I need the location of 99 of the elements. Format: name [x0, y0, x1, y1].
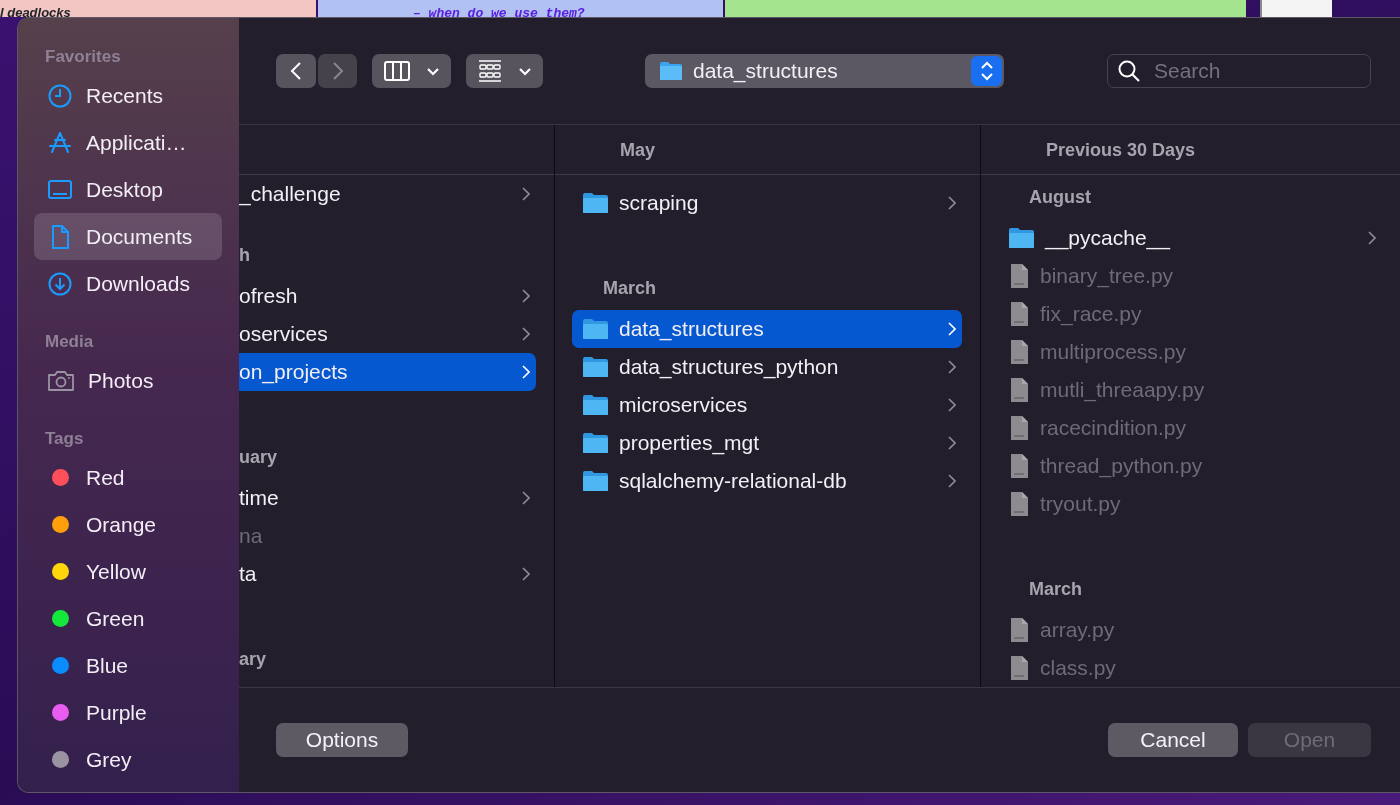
- folder-row[interactable]: __pycache__: [998, 219, 1382, 257]
- file-icon: [1008, 655, 1030, 681]
- dialog-button[interactable]: Cancel: [1108, 723, 1238, 757]
- note-text: l deadlocks: [0, 5, 71, 17]
- folder-row[interactable]: sqlalchemy-relational-db: [572, 462, 962, 500]
- sidebar-item[interactable]: Yellow: [34, 548, 222, 595]
- folder-icon: [582, 394, 609, 416]
- group-label: March: [1028, 578, 1083, 601]
- folder-row[interactable]: microservices: [572, 386, 962, 424]
- folder-icon: [1008, 227, 1035, 249]
- file-row: class.py: [998, 649, 1382, 687]
- dialog-button[interactable]: Options: [276, 723, 408, 757]
- file-row: thread_python.py: [998, 447, 1382, 485]
- download-icon: [47, 270, 73, 297]
- chevron-icon: [522, 187, 530, 201]
- folder-icon: [582, 192, 609, 214]
- sidebar-item[interactable]: Downloads: [34, 260, 222, 307]
- folder-row[interactable]: ta: [239, 555, 536, 593]
- file-row: binary_tree.py: [998, 257, 1382, 295]
- search-icon: [1117, 59, 1141, 83]
- window-thumbnail: [1260, 0, 1332, 17]
- sidebar-item[interactable]: Blue: [34, 642, 222, 689]
- group-label: August: [1028, 186, 1092, 209]
- folder-row[interactable]: properties_mgt: [572, 424, 962, 462]
- file-icon: [1008, 263, 1030, 289]
- file-row: mutli_threaapy.py: [998, 371, 1382, 409]
- file-row-text: na: [239, 523, 264, 550]
- folder-icon: [582, 432, 609, 454]
- file-row: array.py: [998, 611, 1382, 649]
- section-label: Favorites: [44, 46, 122, 68]
- search-field[interactable]: Search: [1107, 54, 1371, 88]
- column-header: May: [555, 125, 980, 175]
- chevron-icon: [948, 322, 956, 336]
- section-label: Tags: [44, 428, 85, 450]
- chevron-icon: [522, 327, 530, 341]
- sidebar-item[interactable]: Orange: [34, 501, 222, 548]
- grid-icon: [477, 60, 502, 82]
- back-button[interactable]: [276, 54, 316, 88]
- folder-icon: [582, 356, 609, 378]
- chevron-icon: [522, 491, 530, 505]
- file-icon: [1008, 453, 1030, 479]
- file-icon: [1008, 491, 1030, 517]
- folder-row[interactable]: data_structures_python: [572, 348, 962, 386]
- columns-icon: [383, 61, 410, 81]
- sidebar-item[interactable]: Grey: [34, 736, 222, 783]
- chevron-icon: [1368, 231, 1376, 245]
- folder-row[interactable]: ofresh: [239, 277, 536, 315]
- file-icon: [1008, 301, 1030, 327]
- folder-row[interactable]: oservices: [239, 315, 536, 353]
- chevron-icon: [948, 474, 956, 488]
- chevron-icon: [948, 360, 956, 374]
- path-popup[interactable]: data_structures: [645, 54, 1004, 88]
- folder-icon: [582, 470, 609, 492]
- folder-row[interactable]: time: [239, 479, 536, 517]
- file-row: tryout.py: [998, 485, 1382, 523]
- sidebar-item[interactable]: Applicati…: [34, 119, 222, 166]
- group-button[interactable]: [466, 54, 543, 88]
- caret-icon: [517, 66, 532, 76]
- folder-row[interactable]: scraping: [572, 184, 962, 222]
- group-label: ary: [239, 648, 268, 671]
- folder-icon: [582, 318, 609, 340]
- column-header: Previous 30 Days: [981, 125, 1400, 175]
- caret-icon: [425, 66, 440, 76]
- chevron-icon: [948, 196, 956, 210]
- camera-icon: [47, 368, 75, 393]
- folder-row[interactable]: _challenge: [239, 175, 536, 213]
- chevron-icon: [948, 398, 956, 412]
- back-chevron-icon: [290, 61, 302, 81]
- sidebar-item[interactable]: Red: [34, 454, 222, 501]
- chevron-icon: [522, 289, 530, 303]
- folder-row[interactable]: on_projects: [239, 353, 536, 391]
- folder-row[interactable]: data_structures: [572, 310, 962, 348]
- note-text: – when do we use them?: [413, 6, 585, 17]
- file-row: racecindition.py: [998, 409, 1382, 447]
- chevron-icon: [948, 436, 956, 450]
- clock-icon: [47, 82, 73, 109]
- sidebar-item[interactable]: Photos: [34, 357, 222, 404]
- file-row: multiprocess.py: [998, 333, 1382, 371]
- stepper-icon: [971, 56, 1002, 86]
- section-label: Media: [44, 331, 95, 353]
- file-row: fix_race.py: [998, 295, 1382, 333]
- forward-chevron-icon: [331, 61, 344, 81]
- group-label: h: [239, 244, 251, 267]
- file-icon: [1008, 617, 1030, 643]
- sidebar-item[interactable]: Desktop: [34, 166, 222, 213]
- folder-icon: [659, 61, 683, 81]
- file-icon: [1008, 415, 1030, 441]
- chevron-icon: [522, 567, 530, 581]
- group-label: uary: [239, 446, 279, 469]
- file-icon: [1008, 377, 1030, 403]
- sidebar-item[interactable]: Recents: [34, 72, 222, 119]
- sidebar-item[interactable]: Documents: [34, 213, 222, 260]
- group-label: March: [602, 277, 657, 300]
- sidebar-item[interactable]: Purple: [34, 689, 222, 736]
- chevron-icon: [522, 365, 530, 379]
- file-icon: [1008, 339, 1030, 365]
- view-button[interactable]: [372, 54, 451, 88]
- sidebar-item[interactable]: Green: [34, 595, 222, 642]
- applications-icon: [47, 129, 73, 156]
